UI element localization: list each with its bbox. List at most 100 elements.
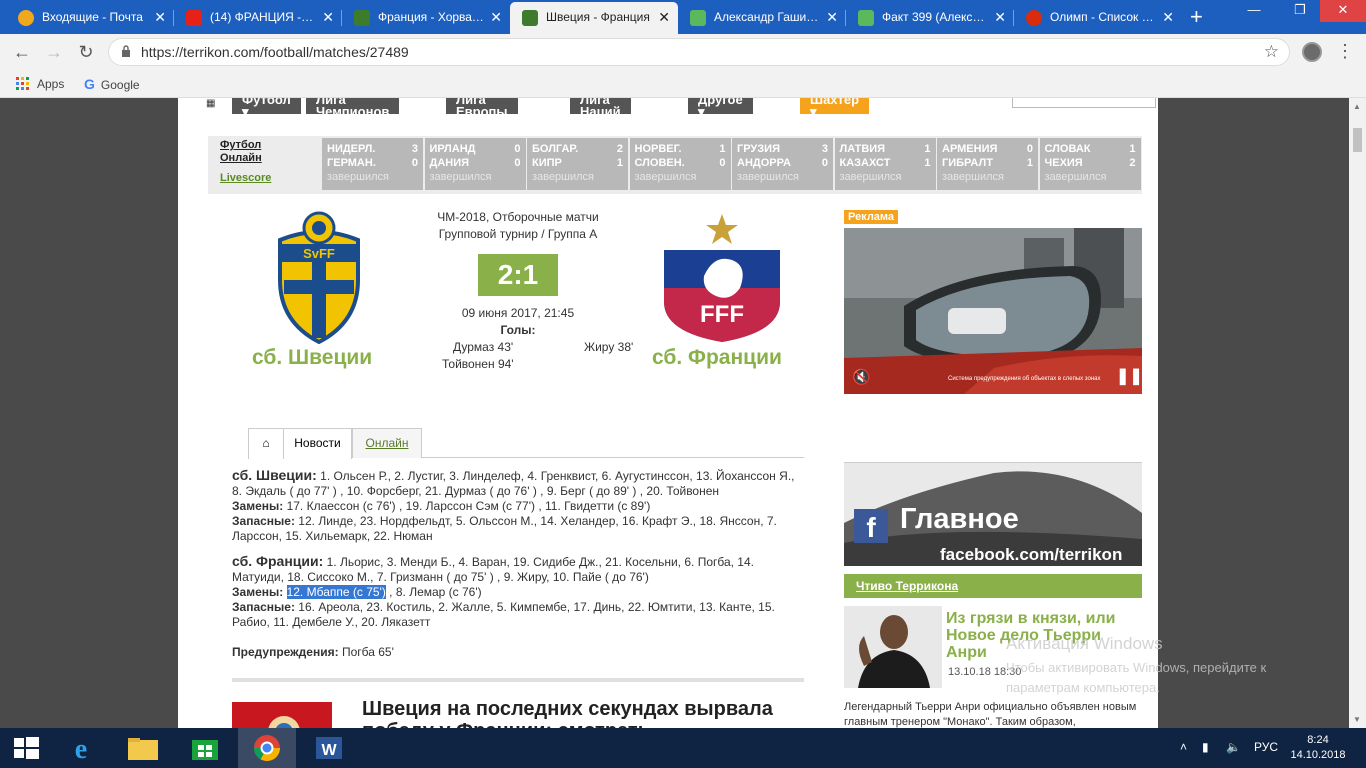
tab-news[interactable]: Новости	[284, 428, 352, 459]
tournament-stage: Групповой турнир / Группа A	[438, 227, 598, 241]
restore-button[interactable]: ❐	[1280, 0, 1320, 22]
tab-title: Франция - Хорватия	[378, 10, 491, 24]
livescore-match[interactable]: СЛОВАК 1 ЧЕХИЯ 2 завершился	[1039, 138, 1141, 190]
tab-online[interactable]: Онлайн	[352, 428, 422, 458]
language-indicator[interactable]: РУС	[1254, 740, 1278, 754]
team-name: КАЗАХСТ	[839, 157, 891, 169]
livescore-match[interactable]: НИДЕРЛ. 3 ГЕРМАН. 0 завершился	[322, 138, 423, 190]
site-search-input[interactable]	[1012, 98, 1156, 108]
news-headline[interactable]: Швеция на последних секундах вырвала поб…	[362, 698, 782, 728]
team-score: 0	[1026, 143, 1033, 155]
new-tab-button[interactable]: +	[1190, 4, 1203, 30]
livescore-match[interactable]: ИРЛАНД 0 ДАНИЯ 0 завершился	[424, 138, 526, 190]
article-thumbnail[interactable]	[844, 606, 942, 688]
close-tab-icon[interactable]: ✕	[154, 2, 166, 32]
away-team-name[interactable]: сб. Франции	[652, 346, 782, 370]
ad-video[interactable]: 🔇 Система предупреждения об объектах в с…	[844, 228, 1142, 394]
livescore-match[interactable]: ЛАТВИЯ 1 КАЗАХСТ 1 завершился	[834, 138, 936, 190]
browser-tabbar: Входящие - Почта ✕ (14) ФРАНЦИЯ - ХОРВАТ…	[0, 0, 1366, 34]
home-team-name[interactable]: сб. Швеции	[252, 346, 372, 370]
taskbar-clock[interactable]: 8:24 14.10.2018	[1290, 733, 1346, 763]
pause-icon[interactable]: ❚❚	[1116, 366, 1142, 386]
livescore-match[interactable]: АРМЕНИЯ 0 ГИБРАЛТ 1 завершился	[937, 138, 1038, 190]
bookmark-star-icon[interactable]: ☆	[1264, 42, 1279, 62]
scroll-up-icon[interactable]: ▲	[1353, 102, 1361, 111]
taskbar-word[interactable]: W	[300, 728, 358, 768]
browser-tab-mail[interactable]: Входящие - Почта ✕	[6, 2, 174, 34]
home-goal: Дурмаз 43'	[453, 340, 514, 354]
article-snippet: Легендарный Тьерри Анри официально объяв…	[844, 701, 1137, 728]
browser-tab-gashinsky[interactable]: Александр Гашинский ✕	[678, 2, 846, 34]
bookmark-apps[interactable]: Apps	[16, 76, 64, 92]
football-online-link[interactable]: Футбол Онлайн	[220, 139, 320, 165]
warnings-list: Погба 65'	[341, 645, 394, 659]
match-row-away: ЧЕХИЯ 2	[1045, 156, 1136, 170]
close-window-button[interactable]: ✕	[1320, 0, 1366, 22]
livescore-match[interactable]: БОЛГАР. 2 КИПР 1 завершился	[527, 138, 628, 190]
activation-title: Активация Windows	[1006, 634, 1163, 653]
chtivo-link[interactable]: Чтиво Террикона	[844, 574, 1142, 598]
fb-banner-url: facebook.com/terrikon	[940, 545, 1123, 564]
menu-dots-icon[interactable]: ⋮	[1336, 40, 1354, 62]
address-bar[interactable]: https://terrikon.com/football/matches/27…	[108, 38, 1290, 66]
nav-shakhtar[interactable]: Шахтер ▾	[800, 98, 870, 118]
team-score: 1	[924, 157, 931, 169]
facebook-banner[interactable]: f Главное facebook.com/terrikon	[844, 462, 1142, 566]
selected-text[interactable]: 12. Мбаппе (с 75')	[286, 585, 386, 599]
browser-tab-terrikon-active[interactable]: Швеция - Франция ✕	[510, 2, 678, 34]
forward-button[interactable]: →	[42, 40, 66, 64]
tab-online-link[interactable]: Онлайн	[366, 436, 409, 450]
browser-tab-terrikon-1[interactable]: Франция - Хорватия ✕	[342, 2, 510, 34]
browser-tab-olimp[interactable]: Олимп - Список ставок ✕	[1014, 2, 1182, 34]
close-tab-icon[interactable]: ✕	[322, 2, 334, 32]
away-subs: , 8. Лемар (с 76')	[385, 585, 482, 599]
browser-tab-youtube[interactable]: (14) ФРАНЦИЯ - ХОРВАТИЯ ✕	[174, 2, 342, 34]
tray-expand-icon[interactable]: ˄	[1180, 740, 1187, 754]
volume-icon[interactable]: 🔈	[1226, 740, 1241, 754]
livescore-link[interactable]: Livescore	[220, 172, 320, 185]
page-favicon-icon	[858, 10, 874, 26]
reload-button[interactable]: ↻	[74, 40, 98, 64]
mute-icon[interactable]: 🔇	[852, 368, 871, 386]
france-crest-icon: FFF	[664, 214, 780, 342]
nav-other[interactable]: Другое ▾	[688, 98, 753, 118]
close-tab-icon[interactable]: ✕	[1162, 2, 1174, 32]
bench-label: Запасные:	[232, 600, 295, 614]
taskbar-ie[interactable]: e	[52, 728, 110, 768]
close-tab-icon[interactable]: ✕	[826, 2, 838, 32]
network-icon[interactable]: ▮	[1202, 740, 1209, 754]
bookmark-label: Google	[100, 78, 140, 92]
start-button[interactable]	[0, 728, 58, 768]
scrollbar-thumb[interactable]	[1353, 128, 1362, 152]
team-score: 1	[1129, 143, 1136, 155]
profile-avatar[interactable]	[1302, 42, 1322, 62]
close-tab-icon[interactable]: ✕	[658, 2, 670, 32]
nav-nations-league[interactable]: Лига Наций	[570, 98, 631, 118]
tab-home[interactable]: ⌂	[248, 428, 284, 459]
close-tab-icon[interactable]: ✕	[994, 2, 1006, 32]
mail-favicon-icon	[18, 10, 34, 26]
tournament-name[interactable]: ЧМ-2018, Отборочные матчи	[418, 210, 618, 224]
livescore-match[interactable]: НОРВЕГ. 1 СЛОВЕН. 0 завершился	[629, 138, 731, 190]
strip-brand: Футбол Онлайн Livescore	[220, 139, 320, 185]
clock-time: 8:24	[1307, 734, 1329, 746]
browser-tab-fact[interactable]: Факт 399 (Александр ✕	[846, 2, 1014, 34]
team-name: НОРВЕГ.	[634, 143, 682, 155]
taskbar-store[interactable]	[176, 728, 234, 768]
taskbar-explorer[interactable]	[114, 728, 172, 768]
livescore-match[interactable]: ГРУЗИЯ 3 АНДОРРА 0 завершился	[732, 138, 833, 190]
bookmark-google[interactable]: G Google	[84, 76, 140, 93]
scroll-down-icon[interactable]: ▼	[1353, 715, 1361, 724]
taskbar-chrome[interactable]	[238, 728, 296, 768]
team-name: ГРУЗИЯ	[737, 143, 780, 155]
minimize-button[interactable]: —	[1234, 0, 1274, 22]
nav-champions-league[interactable]: Лига Чемпионов	[306, 98, 400, 118]
news-thumbnail[interactable]	[232, 702, 332, 728]
nav-europa-league[interactable]: Лига Европы	[446, 98, 518, 118]
nav-football[interactable]: Футбол ▾	[232, 98, 301, 118]
close-tab-icon[interactable]: ✕	[490, 2, 502, 32]
vertical-scrollbar[interactable]: ▲ ▼	[1349, 98, 1366, 728]
back-button[interactable]: ←	[10, 40, 34, 64]
match-row-away: ГЕРМАН. 0	[327, 156, 418, 170]
nav-home-icon[interactable]: ▦	[206, 98, 215, 109]
